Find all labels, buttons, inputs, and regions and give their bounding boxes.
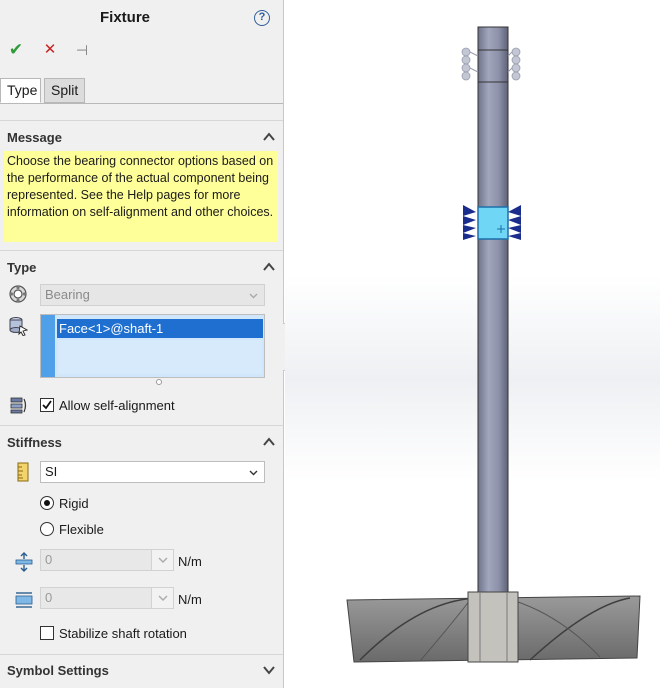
graphics-viewport[interactable] (285, 0, 660, 688)
stiffness-section-header[interactable]: Stiffness (7, 435, 62, 450)
chevron-up-icon[interactable] (262, 260, 276, 274)
axial-stiffness-value: 0 (45, 552, 53, 567)
section-divider (0, 654, 283, 655)
model-view[interactable] (285, 0, 660, 688)
shaft[interactable] (477, 26, 509, 596)
pushpin-icon: ⊣ (75, 42, 89, 58)
chevron-down-icon (249, 470, 258, 476)
face-selection-icon (9, 317, 28, 336)
lateral-stiffness-unit: N/m (178, 592, 202, 607)
axial-stiffness-dropdown[interactable] (151, 550, 173, 570)
tab-type[interactable]: Type (0, 78, 41, 103)
flexible-label[interactable]: Flexible (59, 522, 104, 537)
chevron-down-icon (249, 293, 258, 299)
resize-handle[interactable] (156, 379, 162, 385)
lateral-stiffness-dropdown[interactable] (151, 588, 173, 608)
axial-stiffness-icon (15, 552, 33, 572)
panel-title: Fixture (99, 9, 150, 26)
checkmark-icon (42, 400, 52, 410)
checkmark-icon: ✔ (8, 40, 24, 59)
unit-system-select[interactable]: SI (40, 461, 265, 483)
property-manager-panel: Fixture ? ✔ ✕ ⊣ Type Split Message Choos… (0, 0, 284, 688)
keep-visible-button[interactable]: ⊣ (72, 40, 92, 60)
impeller[interactable] (346, 591, 641, 663)
tab-divider (0, 103, 283, 104)
axial-stiffness-field[interactable]: 0 (40, 549, 174, 571)
chevron-down-icon (158, 595, 168, 601)
help-icon[interactable]: ? (254, 10, 270, 26)
chevron-up-icon[interactable] (262, 435, 276, 449)
selection-color-indicator (41, 315, 55, 377)
unit-system-value: SI (45, 464, 58, 479)
radio-selected-dot (44, 500, 50, 506)
allow-self-alignment-checkbox[interactable] (40, 398, 54, 412)
stabilize-shaft-checkbox[interactable] (40, 626, 54, 640)
chevron-down-icon[interactable] (262, 663, 276, 677)
message-box: Choose the bearing connector options bas… (4, 151, 278, 242)
lateral-stiffness-icon (15, 592, 33, 608)
list-item[interactable]: Face<1>@shaft-1 (57, 319, 263, 338)
lateral-stiffness-field[interactable]: 0 (40, 587, 174, 609)
message-section-header[interactable]: Message (7, 130, 62, 145)
lateral-stiffness-value: 0 (45, 590, 53, 605)
rigid-radio[interactable] (40, 496, 54, 510)
symbol-settings-section-header[interactable]: Symbol Settings (7, 663, 109, 678)
section-divider (0, 120, 283, 121)
allow-self-alignment-label[interactable]: Allow self-alignment (59, 398, 175, 413)
bearing-face-highlight[interactable] (477, 206, 509, 240)
ruler-icon (17, 462, 29, 482)
close-icon: ✕ (43, 41, 57, 58)
flexible-radio[interactable] (40, 522, 54, 536)
type-section-header[interactable]: Type (7, 260, 36, 275)
connector-type-select[interactable]: Bearing (40, 284, 265, 306)
cancel-button[interactable]: ✕ (40, 40, 60, 60)
connector-type-value: Bearing (45, 287, 90, 302)
section-divider (0, 250, 283, 251)
rigid-label[interactable]: Rigid (59, 496, 89, 511)
bearing-icon (9, 285, 27, 303)
self-alignment-icon (10, 397, 27, 414)
chevron-up-icon[interactable] (262, 130, 276, 144)
stabilize-shaft-label[interactable]: Stabilize shaft rotation (59, 626, 187, 641)
listbox-empty-area (57, 339, 263, 375)
chevron-down-icon (158, 557, 168, 563)
axial-stiffness-unit: N/m (178, 554, 202, 569)
ok-button[interactable]: ✔ (6, 40, 26, 60)
section-divider (0, 425, 283, 426)
selection-listbox[interactable]: Face<1>@shaft-1 (40, 314, 265, 378)
tab-split[interactable]: Split (44, 78, 85, 103)
